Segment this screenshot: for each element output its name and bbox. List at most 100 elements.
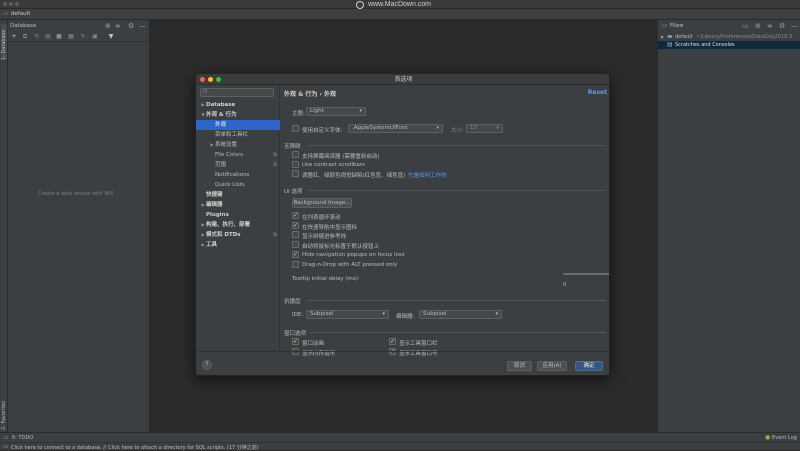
- hide-panel-icon[interactable]: —: [791, 22, 798, 30]
- folder-icon: ▬: [667, 33, 673, 40]
- settings-breadcrumb: 外观 & 行为 › 外观: [284, 91, 337, 98]
- settings-tree-item[interactable]: ▶系统设置: [196, 140, 280, 150]
- settings-tree-item[interactable]: ▶构建、执行、部署: [196, 220, 280, 230]
- settings-tree-item[interactable]: 外观: [196, 120, 280, 130]
- breadcrumb-project[interactable]: default: [11, 11, 30, 17]
- checkbox[interactable]: [292, 160, 299, 168]
- todo-tool-tab[interactable]: 6: TODO: [12, 435, 33, 441]
- settings-tree-item[interactable]: ▶工具: [196, 240, 280, 250]
- edit-icon[interactable]: ✎: [80, 34, 86, 40]
- checkmark-icon: ✓: [390, 338, 396, 345]
- folder-icon[interactable]: ▭: [742, 22, 749, 30]
- favorites-tool-tab[interactable]: 2: Favorites: [1, 398, 7, 430]
- checkbox[interactable]: ✓: [292, 212, 299, 219]
- checkbox-label: 在列表循环滚动: [302, 215, 341, 221]
- settings-tree-item[interactable]: Notifications: [196, 170, 280, 180]
- folder-icon: ▭: [3, 10, 9, 17]
- zoom-window-button[interactable]: [15, 2, 19, 6]
- collapse-icon[interactable]: ≑: [115, 22, 121, 30]
- scratches-icon: ▤: [667, 41, 673, 48]
- checkbox[interactable]: ✓: [389, 338, 396, 345]
- event-log-tool-tab[interactable]: Event Log: [772, 435, 797, 441]
- minimize-window-button[interactable]: [9, 2, 13, 6]
- editor-aa-select[interactable]: Subpixel ▾: [419, 310, 502, 319]
- hide-panel-icon[interactable]: —: [139, 22, 146, 30]
- checkbox[interactable]: [292, 170, 299, 177]
- add-icon[interactable]: +: [11, 34, 17, 40]
- settings-tree-item[interactable]: ▶Database: [196, 100, 280, 110]
- settings-tree-item[interactable]: 范围 ⧉: [196, 160, 280, 170]
- help-button[interactable]: ?: [202, 360, 212, 370]
- checkbox[interactable]: [292, 151, 299, 158]
- settings-tree-item[interactable]: 快捷键: [196, 190, 280, 200]
- dialog-zoom-button[interactable]: [216, 77, 221, 82]
- cancel-button[interactable]: 取消: [507, 361, 532, 371]
- checkbox-row: Drag-n-Drop with ALT pressed only: [292, 260, 602, 269]
- checkbox[interactable]: [292, 241, 299, 249]
- background-image-button[interactable]: Background Image...: [292, 198, 352, 208]
- dialog-close-button[interactable]: [200, 77, 205, 82]
- close-window-button[interactable]: [3, 2, 7, 6]
- custom-font-select[interactable]: .AppleSystemUIFont ▾: [348, 124, 443, 133]
- checkbox[interactable]: ✓: [292, 221, 299, 229]
- expand-arrow-icon[interactable]: ▶: [661, 34, 664, 39]
- antialiasing-section-title: 抗锯齿: [284, 299, 301, 305]
- checkbox[interactable]: ✓: [292, 338, 299, 345]
- preferences-dialog: 首选项 Q- ▶Database ▼外观 & 行为 外观 菜单和工具栏 ▶系统设置 Fil…: [195, 73, 610, 376]
- settings-tree-item[interactable]: ▶编辑器: [196, 200, 280, 210]
- checkbox-row: Use contrast scrollbars: [292, 160, 602, 169]
- console-icon[interactable]: ▣: [92, 34, 98, 40]
- apply-button[interactable]: 应用(A): [537, 361, 567, 371]
- file-row-label: Scratches and Consoles: [675, 42, 735, 48]
- gear-icon[interactable]: ⚙: [779, 22, 785, 30]
- database-toolbar: + ⧉ ↻ ▤ ■ ▦ ✎ ▣ ▼: [8, 32, 149, 42]
- checkbox-row: 调整红、绿颜色视觉缺陷(红色盲、绿色盲) 它是如何工作的: [292, 170, 602, 179]
- file-tree-row[interactable]: ▶ ▬ default ~/Library/Preferences/DataGr…: [658, 33, 800, 41]
- duplicate-icon[interactable]: ⧉: [22, 34, 28, 40]
- database-panel-header: Database ⊕ ≑ ⚙ —: [8, 20, 149, 32]
- collapse-icon[interactable]: ≑: [767, 22, 773, 30]
- reset-link[interactable]: Reset: [588, 89, 607, 96]
- settings-scrollbar[interactable]: [609, 119, 610, 244]
- checkbox[interactable]: [292, 260, 299, 268]
- filter-icon[interactable]: ▼: [108, 34, 114, 40]
- globe-icon[interactable]: ⊕: [755, 22, 761, 30]
- ide-aa-select[interactable]: Subpixel ▾: [306, 310, 389, 319]
- settings-tree-item[interactable]: 菜单和工具栏: [196, 130, 280, 140]
- refresh-icon[interactable]: ↻: [34, 34, 40, 40]
- settings-tree-item[interactable]: ▼外观 & 行为: [196, 110, 280, 120]
- file-row-label: default: [675, 34, 693, 40]
- properties-icon[interactable]: ▤: [45, 34, 51, 40]
- checkbox[interactable]: ✓: [292, 250, 299, 258]
- gear-icon[interactable]: ⚙: [128, 22, 134, 30]
- chevron-down-icon[interactable]: ▾: [681, 23, 684, 29]
- settings-tree-item[interactable]: Plugins: [196, 210, 280, 220]
- settings-tree-item-label: Quick Lists: [215, 182, 245, 188]
- checkbox-label: Drag-n-Drop with ALT pressed only: [302, 261, 398, 268]
- custom-font-checkbox[interactable]: [292, 125, 299, 132]
- layout-icon[interactable]: ▭: [3, 434, 9, 441]
- tooltip-delay-slider[interactable]: [563, 269, 609, 281]
- theme-select[interactable]: Light ▾: [306, 107, 366, 116]
- ok-button[interactable]: 确定: [575, 361, 603, 371]
- globe-icon[interactable]: ⊕: [105, 22, 111, 30]
- bottom-tool-bar: ▭ 6: TODO ● Event Log: [0, 432, 800, 442]
- file-tree-row[interactable]: ▤ Scratches and Consoles: [658, 41, 800, 49]
- how-it-works-link[interactable]: 它是如何工作的: [408, 171, 447, 179]
- database-tool-tab[interactable]: 1: Database: [1, 24, 7, 60]
- font-size-select[interactable]: 13 ▾: [466, 124, 503, 133]
- checkbox-label: 自动将鼠标光标置于默认按钮上: [302, 244, 380, 251]
- checkmark-icon: ✓: [293, 250, 299, 258]
- settings-content: 外观 & 行为 › 外观 Reset 主题: Light ▾ 使用自定义字体: …: [280, 85, 609, 357]
- settings-tree-item[interactable]: ▶模式和 DTDs ⧉: [196, 230, 280, 240]
- checkbox[interactable]: [292, 231, 299, 239]
- settings-tree-item-label: 编辑器: [206, 202, 223, 208]
- settings-tree-item[interactable]: Quick Lists: [196, 180, 280, 190]
- stop-icon[interactable]: ■: [56, 34, 62, 40]
- checkbox-label: 支持屏幕阅读器 (需要重新启动): [302, 154, 380, 160]
- table-icon[interactable]: ▦: [68, 34, 74, 40]
- dialog-minimize-button[interactable]: [208, 77, 213, 82]
- settings-search-input[interactable]: Q-: [200, 88, 274, 97]
- database-empty-text: Create a data source with ⌘N: [38, 191, 113, 197]
- settings-tree-item[interactable]: File Colors ⧉: [196, 150, 280, 160]
